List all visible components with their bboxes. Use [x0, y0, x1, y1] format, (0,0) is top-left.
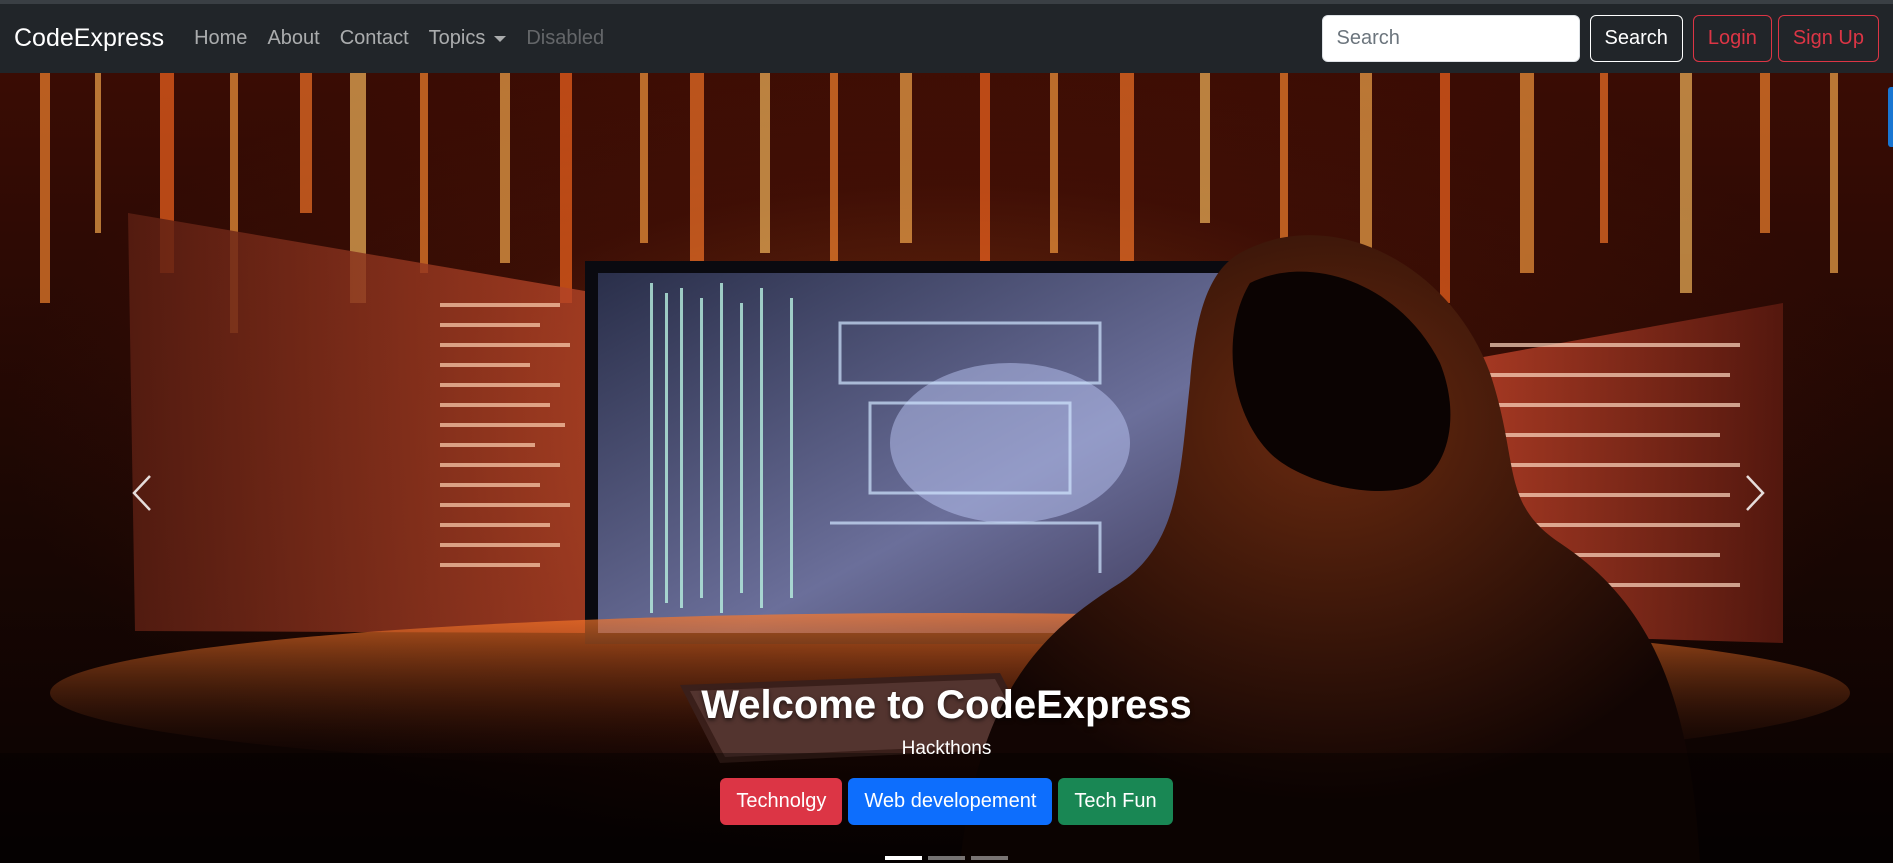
search-button[interactable]: Search	[1589, 15, 1683, 62]
carousel-subtitle: Hackthons	[901, 738, 992, 759]
nav-link-about[interactable]: About	[257, 27, 329, 50]
carousel-indicator-2[interactable]	[928, 856, 965, 860]
side-scroll-tab[interactable]	[1888, 87, 1893, 147]
carousel-indicators	[0, 856, 1893, 860]
carousel-indicator-1[interactable]	[885, 856, 922, 860]
chevron-left-icon	[132, 475, 151, 511]
caret-down-icon	[494, 35, 507, 42]
nav-dropdown-topics-label: Topics	[428, 27, 486, 49]
login-button[interactable]: Login	[1692, 15, 1772, 62]
technology-button[interactable]: Technolgy	[720, 778, 843, 825]
search-input[interactable]	[1321, 15, 1580, 62]
nav-link-contact[interactable]: Contact	[330, 27, 419, 50]
hero-carousel: Welcome to CodeExpress Hackthons Technol…	[0, 73, 1893, 863]
chevron-right-icon	[1746, 475, 1765, 511]
carousel-title: Welcome to CodeExpress	[701, 683, 1192, 727]
nav-right: Search Login Sign Up	[1321, 15, 1879, 62]
nav-links: Home About Contact Topics Disabled	[184, 27, 614, 50]
carousel-prev-button[interactable]	[122, 463, 162, 523]
carousel-indicator-3[interactable]	[971, 856, 1008, 860]
brand-logo[interactable]: CodeExpress	[14, 24, 164, 53]
web-development-button[interactable]: Web developement	[848, 778, 1053, 825]
nav-link-home[interactable]: Home	[184, 27, 257, 50]
nav-dropdown-topics[interactable]: Topics	[419, 27, 517, 50]
navbar: CodeExpress Home About Contact Topics Di…	[0, 4, 1893, 73]
carousel-buttons: Technolgy Web developement Tech Fun	[0, 778, 1893, 825]
carousel-caption: Welcome to CodeExpress Hackthons Technol…	[0, 683, 1893, 825]
nav-link-disabled: Disabled	[526, 27, 605, 49]
carousel-next-button[interactable]	[1735, 463, 1775, 523]
signup-button[interactable]: Sign Up	[1777, 15, 1879, 62]
tech-fun-button[interactable]: Tech Fun	[1058, 778, 1173, 825]
